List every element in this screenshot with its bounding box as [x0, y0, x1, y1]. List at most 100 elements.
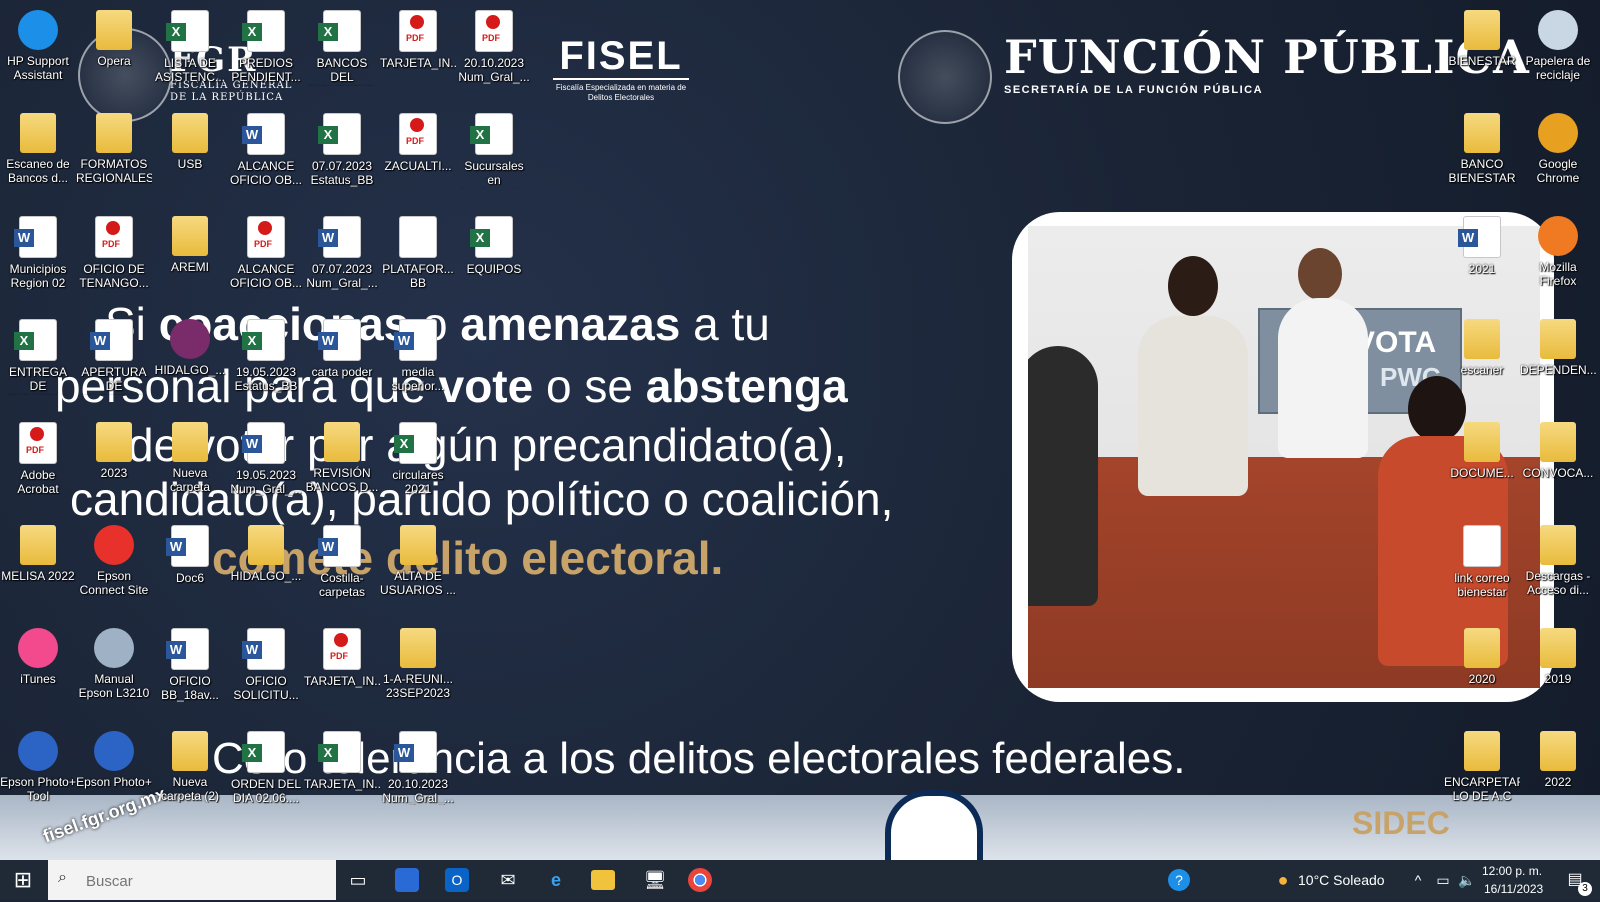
desktop-icon[interactable]: 20.10.2023 Num_Gral_...: [380, 725, 456, 805]
desktop-icon[interactable]: TARJETA_IN...: [304, 725, 380, 791]
desktop-icon[interactable]: iTunes: [0, 622, 76, 686]
desktop-icon[interactable]: Escaneo de Bancos d...: [0, 107, 76, 185]
weather-text[interactable]: 10°C Soleado: [1298, 872, 1385, 888]
desktop-icon[interactable]: HP Support Assistant: [0, 4, 76, 82]
desktop-icon[interactable]: LISTA DE ASISTENC...: [152, 4, 228, 84]
desktop-icon[interactable]: TARJETA_IN...: [304, 622, 380, 688]
desktop-icon[interactable]: Epson Photo+: [76, 725, 152, 789]
desktop-icon[interactable]: APERTURA DE TARJETAS: [76, 313, 152, 395]
desktop-icon[interactable]: escaner: [1444, 313, 1520, 377]
clock-time[interactable]: 12:00 p. m.: [1482, 864, 1542, 878]
start-button[interactable]: ⊞: [8, 866, 38, 894]
desktop-icon-label: TARJETA_IN...: [304, 777, 380, 791]
desktop-icon[interactable]: 2023: [76, 416, 152, 480]
word-file-icon: [242, 628, 285, 670]
desktop-icon[interactable]: Epson Connect Site: [76, 519, 152, 597]
desktop-icon[interactable]: link correo bienestar: [1444, 519, 1520, 599]
desktop-icon[interactable]: Descargas - Acceso di...: [1520, 519, 1596, 597]
volume-icon[interactable]: 🔈: [1452, 866, 1482, 894]
desktop-icon[interactable]: Sucursales en funcionami...: [456, 107, 532, 189]
excel-file-icon: [394, 422, 437, 464]
desktop-icon[interactable]: REVISIÓN BANCOS D...: [304, 416, 380, 494]
desktop-icon[interactable]: AREMI: [152, 210, 228, 274]
desktop-icon[interactable]: Mozilla Firefox: [1520, 210, 1596, 288]
msg-text: o se: [533, 360, 646, 412]
desktop-icon[interactable]: 2020: [1444, 622, 1520, 686]
desktop-icon-label: ALCANCE OFICIO OB...: [229, 159, 302, 187]
desktop-icon[interactable]: CONVOCA...: [1520, 416, 1596, 480]
desktop-icon[interactable]: TARJETA_IN...: [380, 4, 456, 70]
folder-file-icon: [20, 525, 56, 565]
desktop-icon[interactable]: 07.07.2023 Estatus_BB: [304, 107, 380, 187]
desktop-icon[interactable]: ALCANCE OFICIO OB...: [228, 107, 304, 187]
desktop-icon[interactable]: PLATAFOR... BB: [380, 210, 456, 290]
desktop-icon[interactable]: Costilla-carpetas: [304, 519, 380, 599]
microsoft-store-icon[interactable]: [395, 868, 419, 892]
desktop-icon[interactable]: MELISA 2022: [0, 519, 76, 583]
word-file-icon: [166, 628, 209, 670]
desktop-icon-label: Epson Photo+ Tool: [0, 775, 76, 803]
desktop-icon-label: circulares 2021: [392, 468, 444, 496]
desktop-icon[interactable]: FORMATOS REGIONALES: [76, 107, 152, 185]
desktop-icon[interactable]: ORDEN DEL DIA 02.06....: [228, 725, 304, 805]
desktop-icon[interactable]: PREDIOS PENDIENT...: [228, 4, 304, 84]
search-input[interactable]: [84, 860, 308, 902]
desktop-icon[interactable]: ENTREGA DE TARJETAS F...: [0, 313, 76, 395]
desktop-icon[interactable]: 20.10.2023 Num_Gral_...: [456, 4, 532, 84]
desktop-icon[interactable]: 2021: [1444, 210, 1520, 276]
app-file-icon: [1538, 10, 1578, 50]
desktop-icon[interactable]: Epson Photo+ Tool: [0, 725, 76, 803]
desktop-icon[interactable]: Nueva carpeta: [152, 416, 228, 494]
desktop-icon[interactable]: HIDALGO_...: [228, 519, 304, 583]
outlook-icon[interactable]: O: [445, 868, 469, 892]
clock-date[interactable]: 16/11/2023: [1484, 882, 1543, 896]
desktop-icon[interactable]: Manual Epson L3210: [76, 622, 152, 700]
desktop-icon[interactable]: 1-A-REUNI... 23SEP2023: [380, 622, 456, 700]
desktop-icon[interactable]: circulares 2021: [380, 416, 456, 496]
search-icon: ⌕: [58, 869, 67, 886]
desktop-icon[interactable]: 2019: [1520, 622, 1596, 686]
desktop-icon[interactable]: Papelera de reciclaje: [1520, 4, 1596, 82]
desktop-icon[interactable]: ENCARPETAR LO DE A.C: [1444, 725, 1520, 803]
desktop-icon[interactable]: 19.05.2023 Estatus_BB: [228, 313, 304, 393]
desktop-icon[interactable]: carta poder: [304, 313, 380, 379]
desktop-icon[interactable]: 07.07.2023 Num_Gral_...: [304, 210, 380, 290]
taskbar-search[interactable]: ⌕: [48, 860, 336, 902]
folder-file-icon: [1540, 731, 1576, 771]
desktop-icon[interactable]: ZACUALTI...: [380, 107, 456, 173]
desktop-icon[interactable]: Doc6: [152, 519, 228, 585]
desktop-icon[interactable]: OFICIO BB_18av...: [152, 622, 228, 702]
desktop-icon[interactable]: OFICIO SOLICITU...: [228, 622, 304, 702]
desktop-icon[interactable]: DEPENDEN...: [1520, 313, 1596, 377]
desktop-icon[interactable]: Municipios Region 02: [0, 210, 76, 290]
weather-icon: ●: [1277, 870, 1289, 890]
file-explorer-icon[interactable]: [591, 870, 615, 890]
desktop-icon[interactable]: 2022: [1520, 725, 1596, 789]
desktop-icon[interactable]: ALCANCE OFICIO OB...: [228, 210, 304, 290]
mail-icon[interactable]: ✉: [493, 866, 523, 894]
desktop-icon[interactable]: Google Chrome: [1520, 107, 1596, 185]
desktop-icon[interactable]: BIENESTAR: [1444, 4, 1520, 68]
desktop-icon[interactable]: DOCUME...: [1444, 416, 1520, 480]
chrome-icon[interactable]: [688, 868, 712, 892]
folder-file-icon: [96, 10, 132, 50]
desktop-icon[interactable]: Opera: [76, 4, 152, 68]
desktop-icon[interactable]: EQUIPOS: [456, 210, 532, 276]
desktop-icon[interactable]: ALTA DE USUARIOS ...: [380, 519, 456, 597]
edge-icon[interactable]: e: [541, 866, 571, 894]
desktop-icon[interactable]: 19.05.2023 Num_Gral_...: [228, 416, 304, 496]
task-view-icon[interactable]: ▭: [343, 866, 373, 894]
desktop-icon[interactable]: BANCO BIENESTAR: [1444, 107, 1520, 185]
desktop-icon[interactable]: Adobe Acrobat: [0, 416, 76, 496]
excel-file-icon: [242, 319, 285, 361]
folder-file-icon: [20, 113, 56, 153]
desktop-icon[interactable]: OFICIO DE TENANGO...: [76, 210, 152, 290]
desktop-icon[interactable]: BANCOS DEL BIENESTAR ...: [304, 4, 380, 86]
desktop-icon[interactable]: USB: [152, 107, 228, 171]
folder-file-icon: [1464, 731, 1500, 771]
desktop-icon[interactable]: HIDALGO_...: [152, 313, 228, 377]
remote-desktop-icon[interactable]: 🖥: [640, 866, 670, 894]
desktop-icon[interactable]: Nueva carpeta (2): [152, 725, 228, 803]
help-icon[interactable]: ?: [1168, 869, 1190, 891]
desktop-icon[interactable]: media superior...: [380, 313, 456, 393]
